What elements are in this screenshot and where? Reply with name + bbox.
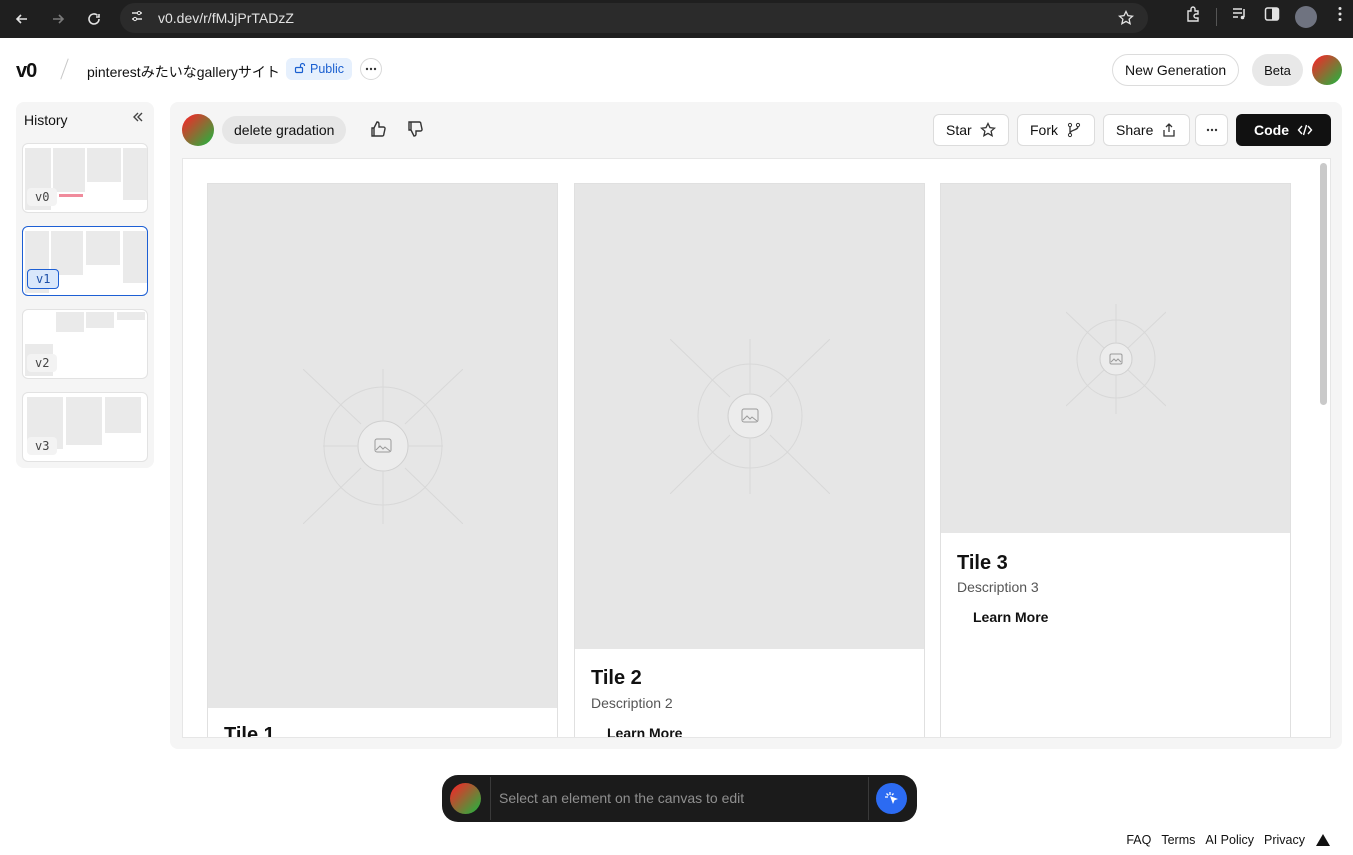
tile-image-placeholder [208, 184, 557, 708]
terms-link[interactable]: Terms [1161, 833, 1195, 847]
thumbs-up-icon[interactable] [369, 120, 389, 140]
history-title: History [24, 112, 68, 128]
message-author-avatar [182, 114, 214, 146]
faq-link[interactable]: FAQ [1126, 833, 1151, 847]
history-panel: History v0 v1 v2 v3 [16, 102, 154, 468]
preview-canvas[interactable]: Tile 1 Tile 2 Description 2 Learn More T… [182, 158, 1331, 738]
beta-button[interactable]: Beta [1252, 54, 1303, 86]
vercel-triangle-icon[interactable] [1315, 833, 1331, 847]
fork-button[interactable]: Fork [1017, 114, 1095, 146]
gallery-tile[interactable]: Tile 2 Description 2 Learn More [574, 183, 925, 737]
image-placeholder-icon [1066, 304, 1166, 414]
code-button[interactable]: Code [1236, 114, 1331, 146]
side-panel-icon[interactable] [1263, 5, 1281, 28]
star-button[interactable]: Star [933, 114, 1009, 146]
ai-policy-link[interactable]: AI Policy [1205, 833, 1254, 847]
project-menu-button[interactable] [360, 58, 382, 80]
select-element-button[interactable] [876, 783, 907, 814]
share-label: Share [1116, 122, 1154, 138]
image-placeholder-icon [670, 339, 830, 494]
privacy-link[interactable]: Privacy [1264, 833, 1305, 847]
breadcrumb-separator [60, 58, 69, 80]
forward-icon[interactable] [46, 7, 70, 31]
tile-title: Tile 2 [591, 667, 642, 689]
more-options-button[interactable] [1195, 114, 1228, 146]
history-version-v2[interactable]: v2 [22, 309, 148, 379]
gallery-tile[interactable]: Tile 3 Description 3 Learn More [940, 183, 1291, 737]
extensions-icon[interactable] [1184, 5, 1202, 28]
project-name[interactable]: pinterestみたいなgalleryサイト [87, 62, 280, 82]
share-icon [1163, 123, 1176, 137]
star-icon [979, 122, 996, 137]
unlock-icon [294, 62, 306, 77]
edit-input[interactable]: Select an element on the canvas to edit [499, 790, 744, 806]
media-icon[interactable] [1231, 5, 1249, 28]
version-label: v2 [27, 354, 58, 372]
code-icon [1297, 124, 1313, 136]
fork-label: Fork [1030, 122, 1058, 138]
new-generation-button[interactable]: New Generation [1112, 54, 1240, 86]
prompt-divider [868, 777, 869, 820]
history-version-v1[interactable]: v1 [22, 226, 148, 296]
code-label: Code [1254, 122, 1289, 138]
cursor-select-icon [884, 791, 898, 804]
chevrons-left-icon [133, 112, 143, 122]
visibility-label: Public [310, 62, 345, 76]
tile-image-placeholder [941, 184, 1290, 533]
back-icon[interactable] [10, 7, 34, 31]
prompt-avatar [450, 783, 481, 814]
history-version-v3[interactable]: v3 [22, 392, 148, 462]
tile-title: Tile 3 [957, 552, 1008, 574]
v0-logo[interactable]: v0 [16, 60, 37, 83]
more-icon [365, 67, 377, 71]
git-fork-icon [1067, 122, 1081, 138]
profile-icon[interactable] [1295, 5, 1317, 28]
prompt-message[interactable]: delete gradation [222, 116, 347, 144]
url-text[interactable]: v0.dev/r/fMJjPrTADzZ [158, 10, 294, 26]
version-label: v1 [27, 269, 60, 289]
edit-prompt-bar: Select an element on the canvas to edit [442, 775, 917, 822]
history-version-v0[interactable]: v0 [22, 143, 148, 213]
canvas-scrollbar[interactable] [1320, 163, 1327, 405]
learn-more-link[interactable]: Learn More [973, 609, 1048, 625]
browser-toolbar: v0.dev/r/fMJjPrTADzZ [0, 0, 1353, 38]
visibility-badge[interactable]: Public [286, 58, 353, 80]
learn-more-link[interactable]: Learn More [607, 725, 682, 737]
preview-panel: delete gradation Star Fork Share Code Ti… [170, 102, 1342, 749]
gallery-tile[interactable]: Tile 1 [207, 183, 558, 738]
tile-title: Tile 1 [224, 724, 275, 738]
address-bar[interactable]: v0.dev/r/fMJjPrTADzZ [120, 3, 1148, 33]
tile-description: Description 3 [957, 579, 1039, 595]
tile-image-placeholder [575, 184, 924, 649]
version-label: v0 [27, 188, 58, 206]
prompt-divider [490, 777, 491, 820]
menu-kebab-icon[interactable] [1331, 5, 1349, 28]
bookmark-star-icon[interactable] [1117, 9, 1135, 31]
toolbar-divider [1216, 7, 1217, 26]
collapse-history-button[interactable] [132, 110, 144, 126]
thumbs-down-icon[interactable] [406, 120, 426, 140]
version-label: v3 [27, 437, 58, 455]
more-icon [1206, 128, 1217, 132]
tile-description: Description 2 [591, 695, 673, 711]
user-avatar[interactable] [1312, 55, 1342, 85]
app-header: v0 pinterestみたいなgalleryサイト Public New Ge… [0, 38, 1353, 102]
reload-icon[interactable] [82, 7, 106, 31]
footer-links: FAQ Terms AI Policy Privacy [1126, 833, 1331, 847]
site-info-icon[interactable] [130, 9, 144, 28]
star-label: Star [946, 122, 972, 138]
image-placeholder-icon [303, 369, 463, 524]
share-button[interactable]: Share [1103, 114, 1191, 146]
